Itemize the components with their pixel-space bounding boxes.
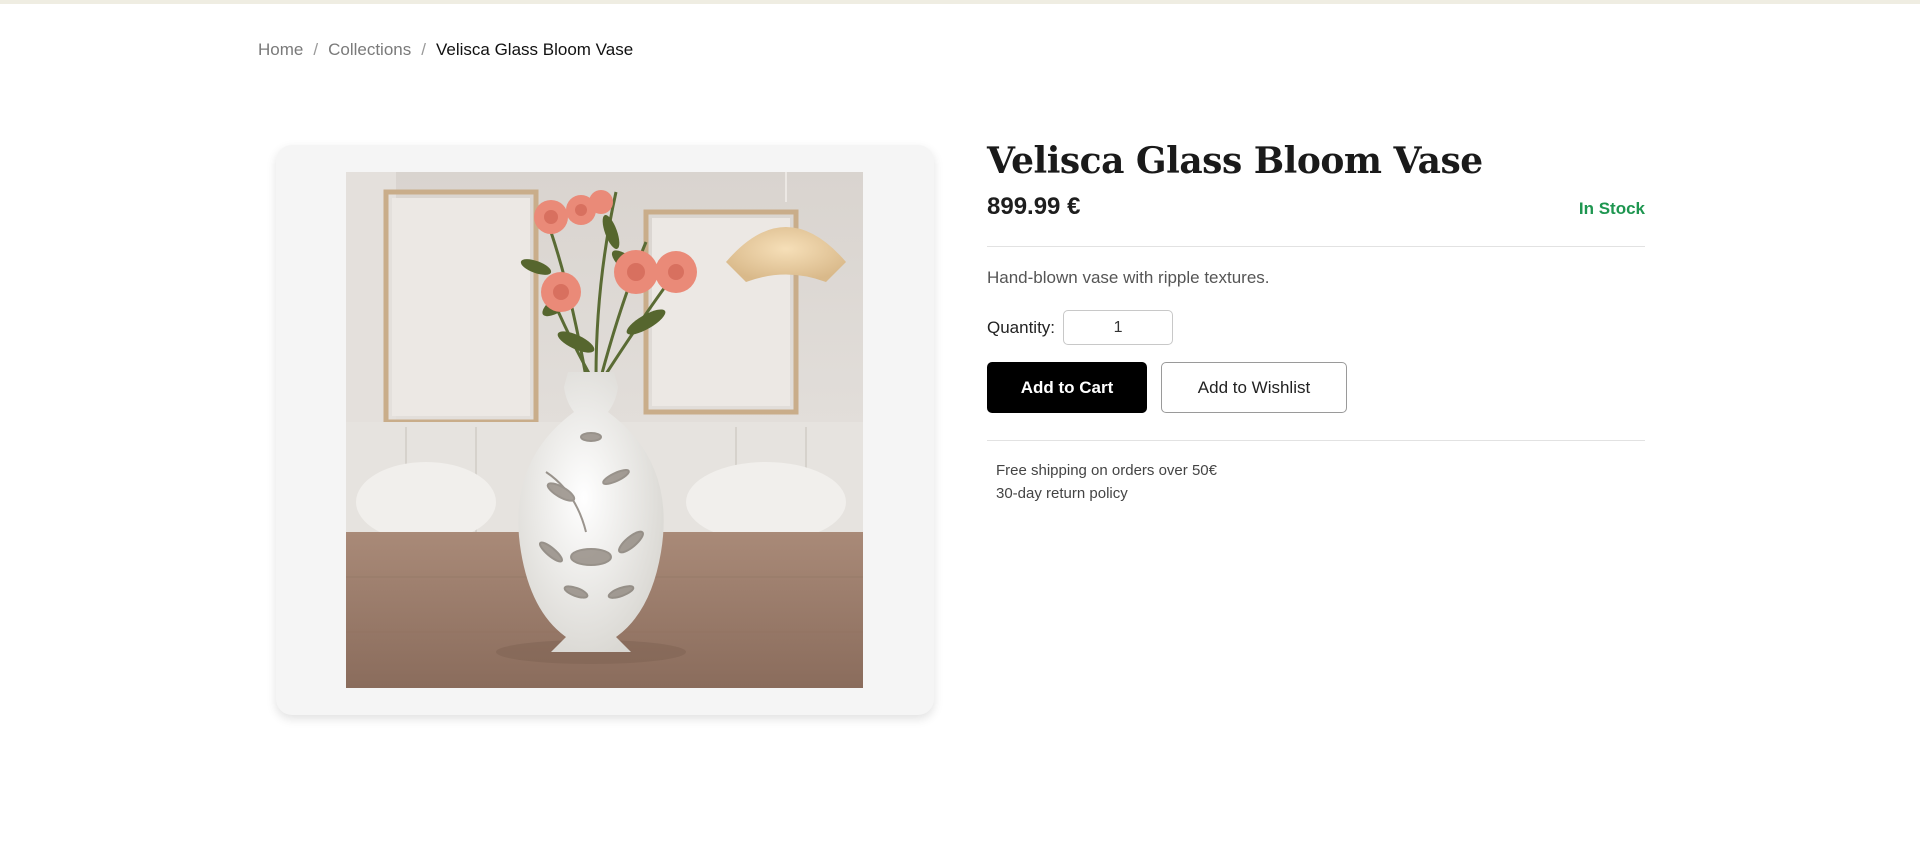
product-title: Velisca Glass Bloom Vase	[987, 140, 1483, 182]
price-row: 899.99 € In Stock	[987, 189, 1645, 229]
action-buttons: Add to Cart Add to Wishlist	[987, 362, 1645, 414]
divider	[987, 440, 1645, 442]
breadcrumb-collections-link[interactable]: Collections	[328, 40, 411, 60]
product-price: 899.99 €	[987, 193, 1081, 221]
breadcrumb-separator: /	[313, 40, 319, 59]
policy-info: Free shipping on orders over 50€ 30-day …	[987, 459, 1645, 505]
add-to-cart-button[interactable]: Add to Cart	[987, 362, 1147, 414]
product-image-card	[276, 145, 934, 715]
product-description: Hand-blown vase with ripple textures.	[987, 268, 1270, 288]
add-to-wishlist-button[interactable]: Add to Wishlist	[1161, 362, 1347, 414]
quantity-input[interactable]	[1063, 310, 1174, 346]
stock-status-badge: In Stock	[1578, 199, 1645, 219]
return-policy-text: 30-day return policy	[996, 485, 1128, 503]
breadcrumb-current: Velisca Glass Bloom Vase	[435, 40, 634, 59]
top-border	[0, 0, 1920, 4]
shipping-policy-text: Free shipping on orders over 50€	[996, 462, 1217, 480]
product-details: Velisca Glass Bloom Vase 899.99 € In Sto…	[987, 140, 1645, 505]
breadcrumb-home-link[interactable]: Home	[258, 40, 303, 60]
quantity-label: Quantity:	[987, 317, 1056, 337]
breadcrumb: Home / Collections / Velisca Glass Bloom…	[258, 40, 633, 60]
product-image[interactable]	[346, 172, 863, 688]
breadcrumb-separator: /	[421, 40, 426, 59]
quantity-row: Quantity:	[987, 310, 1645, 346]
divider	[987, 246, 1645, 248]
